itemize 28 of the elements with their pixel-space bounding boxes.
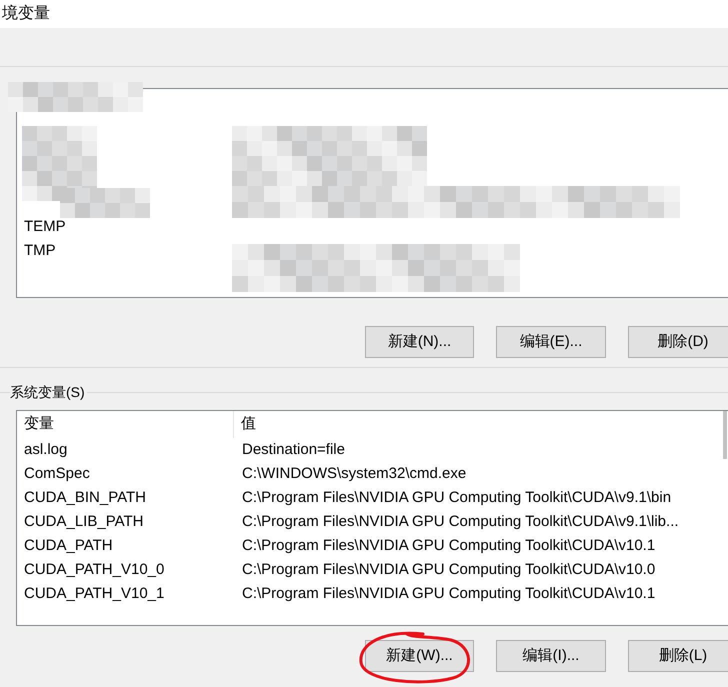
- edit-button[interactable]: 编辑(I)...: [496, 640, 606, 672]
- variable-name: CUDA_PATH_V10_1: [23, 584, 166, 604]
- delete-button[interactable]: 删除(D): [628, 326, 728, 358]
- delete-button[interactable]: 删除(L): [628, 640, 728, 672]
- column-header[interactable]: 变量: [17, 411, 234, 438]
- variable-name: CUDA_LIB_PATH: [23, 512, 144, 532]
- group-label: 系统变量(S): [10, 382, 87, 403]
- variable-name: ComSpec: [23, 464, 91, 484]
- variable-name: asl.log: [23, 440, 68, 460]
- variable-value: C:\Program Files\NVIDIA GPU Computing Toolkit\CUDA\v9.1\bin: [241, 488, 672, 508]
- variable-name: CUDA_BIN_PATH: [23, 488, 147, 508]
- variable-value: C:\Program Files\NVIDIA GPU Computing Toolkit\CUDA\v10.1: [241, 536, 656, 556]
- variable-value: C:\WINDOWS\system32\cmd.exe: [241, 464, 466, 484]
- window-title: 境变量: [1, 4, 50, 24]
- variable-name: CUDA_PATH: [23, 536, 114, 556]
- variable-name: CUDA_PATH_V10_0: [23, 560, 166, 580]
- column-header[interactable]: 值: [234, 411, 256, 438]
- variable-name: TMP: [24, 240, 56, 261]
- variable-value: C:\Program Files\NVIDIA GPU Computing Toolkit\CUDA\v10.1: [241, 584, 656, 604]
- edit-button[interactable]: 编辑(E)...: [496, 326, 606, 358]
- variable-value: C:\Program Files\NVIDIA GPU Computing Toolkit\CUDA\v10.0: [241, 560, 656, 580]
- new-button[interactable]: 新建(W)...: [365, 640, 474, 672]
- variable-name: TEMP: [24, 216, 66, 237]
- new-button[interactable]: 新建(N)...: [365, 326, 474, 358]
- scrollbar-thumb[interactable]: [723, 411, 727, 459]
- variable-value: C:\Program Files\NVIDIA GPU Computing Toolkit\CUDA\v9.1\lib...: [241, 512, 679, 532]
- system-variables-list[interactable]: [16, 410, 728, 626]
- variable-value: Destination=file: [241, 440, 345, 460]
